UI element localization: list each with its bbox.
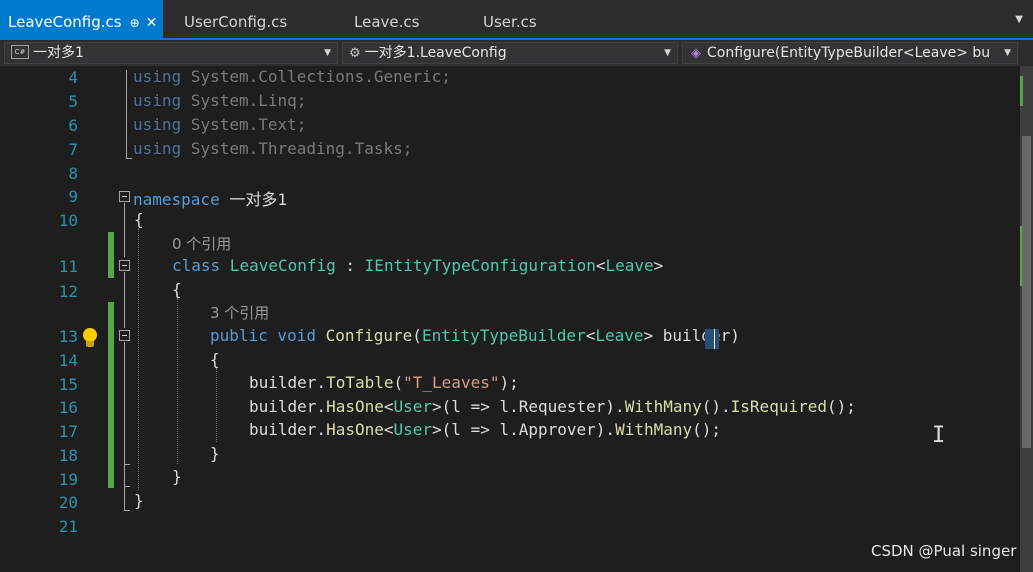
project-dropdown[interactable]: C# 一对多1 ▼ — [4, 42, 338, 64]
codelens-references[interactable]: 3 个引用 — [210, 302, 269, 323]
tab-label: Leave.cs — [354, 13, 420, 31]
tab-user[interactable]: User.cs — [483, 0, 537, 38]
line-number: 17 — [58, 422, 78, 441]
line-number: 21 — [58, 517, 78, 536]
line-number: 11 — [58, 257, 78, 276]
line-number: 19 — [58, 470, 78, 489]
mouse-ibeam-cursor: I — [932, 423, 946, 448]
tab-leave[interactable]: Leave.cs — [354, 0, 419, 38]
lightbulb-icon[interactable] — [82, 328, 98, 350]
line-number: 8 — [68, 164, 78, 183]
scroll-change-marker — [1020, 76, 1023, 106]
line-number: 10 — [58, 211, 78, 230]
project-name: 一对多1 — [33, 45, 84, 61]
outline-line — [124, 464, 125, 510]
chevron-down-icon: ▼ — [324, 48, 331, 58]
scrollbar-thumb[interactable] — [1022, 136, 1031, 448]
code-line-10: { — [134, 210, 144, 229]
outline-line — [124, 486, 130, 487]
outline-line — [126, 158, 132, 159]
line-number: 15 — [58, 375, 78, 394]
member-name: Configure(EntityTypeBuilder<Leave> bu — [707, 45, 991, 61]
code-line-16: builder.HasOne<User>(l => l.Requester).W… — [249, 397, 856, 416]
indent-guide — [138, 228, 139, 490]
change-indicator — [108, 232, 114, 278]
line-number: 4 — [68, 68, 78, 87]
line-number: 14 — [58, 351, 78, 370]
tab-label: User.cs — [483, 13, 537, 31]
csharp-project-icon: C# — [11, 45, 29, 59]
collapse-icon[interactable] — [119, 191, 130, 202]
line-number: 12 — [58, 282, 78, 301]
outline-line — [124, 342, 125, 464]
outline-line — [124, 510, 130, 511]
code-line-6: using System.Text; — [133, 115, 307, 134]
collapse-icon[interactable] — [119, 330, 130, 341]
tab-label: LeaveConfig.cs — [8, 13, 122, 31]
code-line-4: using System.Collections.Generic; — [133, 67, 451, 86]
codelens-references[interactable]: 0 个引用 — [172, 233, 231, 254]
class-icon: ⚙ — [349, 46, 361, 61]
code-line-18: } — [210, 444, 220, 463]
left-margin — [0, 66, 28, 572]
method-icon: ◈ — [691, 46, 701, 61]
code-line-12: { — [172, 280, 182, 299]
code-line-5: using System.Linq; — [133, 91, 307, 110]
outline-line — [124, 272, 125, 328]
code-line-11: class LeaveConfig : IEntityTypeConfigura… — [172, 256, 664, 275]
member-dropdown[interactable]: ◈ Configure(EntityTypeBuilder<Leave> bu ▼ — [682, 42, 1018, 64]
code-line-15: builder.ToTable("T_Leaves"); — [249, 373, 519, 392]
outline-line — [126, 70, 127, 158]
code-line-20: } — [134, 491, 144, 510]
pin-icon[interactable]: ⊕ — [130, 16, 140, 30]
tab-userconfig[interactable]: UserConfig.cs — [184, 0, 287, 38]
indent-guide — [177, 298, 178, 464]
code-line-9: namespace 一对多1 — [133, 190, 287, 209]
vertical-scrollbar[interactable] — [1020, 66, 1033, 572]
code-line-19: } — [172, 467, 182, 486]
class-dropdown[interactable]: ⚙ 一对多1.LeaveConfig ▼ — [342, 42, 678, 64]
outline-line — [124, 203, 125, 257]
class-path: 一对多1.LeaveConfig — [364, 45, 507, 61]
tab-label: UserConfig.cs — [184, 13, 288, 31]
line-number: 9 — [68, 187, 78, 206]
navigation-bar: C# 一对多1 ▼ ⚙ 一对多1.LeaveConfig ▼ ◈ Configure(… — [0, 40, 1033, 67]
document-tab-bar: LeaveConfig.cs ⊕ ✕ UserConfig.cs Leave.cs … — [0, 0, 1033, 40]
chevron-down-icon: ▼ — [664, 48, 671, 58]
code-line-7: using System.Threading.Tasks; — [133, 139, 413, 158]
collapse-icon[interactable] — [119, 260, 130, 271]
chevron-down-icon: ▼ — [1004, 48, 1011, 58]
line-number: 13 — [58, 327, 78, 346]
chevron-down-icon[interactable]: ▼ — [1015, 14, 1023, 25]
code-line-14: { — [210, 350, 220, 369]
line-number: 20 — [58, 493, 78, 512]
indent-guide — [216, 368, 217, 442]
text-caret — [714, 329, 715, 349]
code-line-13: public void Configure(EntityTypeBuilder<… — [210, 326, 740, 345]
tab-leaveconfig[interactable]: LeaveConfig.cs ⊕ ✕ — [0, 0, 164, 38]
line-number: 6 — [68, 116, 78, 135]
line-number: 16 — [58, 398, 78, 417]
change-indicator — [108, 302, 114, 488]
line-number: 18 — [58, 446, 78, 465]
line-number: 7 — [68, 140, 78, 159]
watermark: CSDN @Pual singer — [871, 542, 1017, 560]
line-number: 5 — [68, 92, 78, 111]
code-line-17: builder.HasOne<User>(l => l.Approver).Wi… — [249, 420, 722, 439]
brace-match-highlight — [705, 329, 719, 349]
close-icon[interactable]: ✕ — [146, 15, 158, 31]
